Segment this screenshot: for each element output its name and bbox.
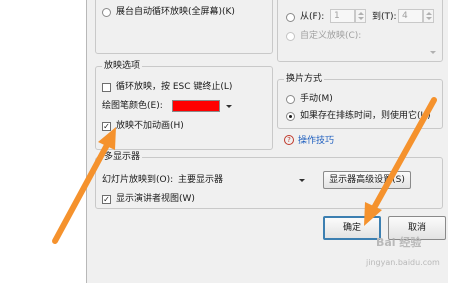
- watermark-logo: Bai 经验: [376, 236, 422, 249]
- watermark-url: jingyan.baidu.com: [366, 258, 440, 267]
